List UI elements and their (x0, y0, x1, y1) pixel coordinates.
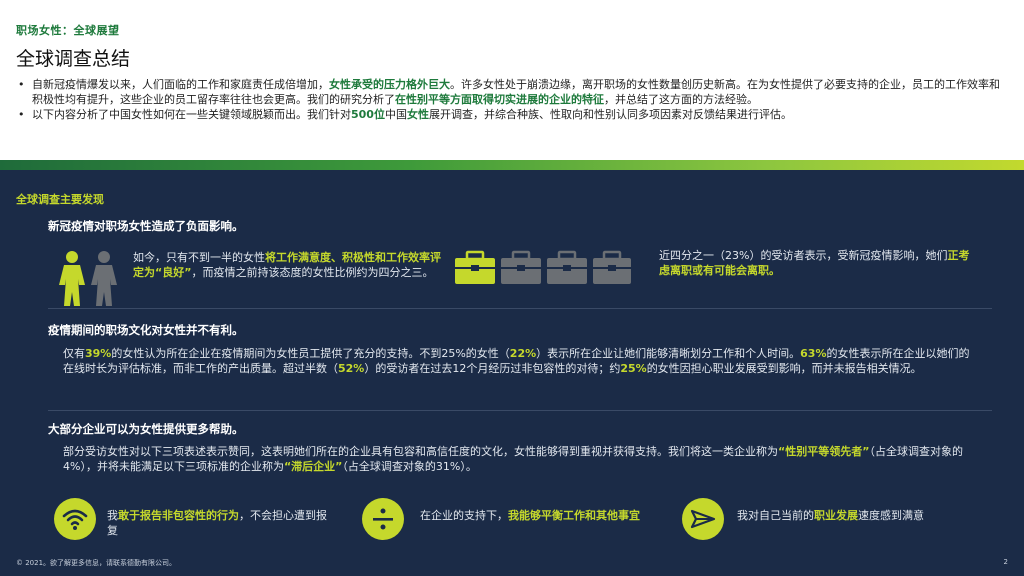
findings-panel: 全球调查主要发现 新冠疫情对职场女性造成了负面影响。 如今，只有不到一半的女性将… (0, 170, 1024, 576)
eyebrow-label: 职场女性：全球展望 (16, 24, 120, 37)
stat-text-right: 近四分之一（23%）的受访者表示，受新冠疫情影响，她们正考虑离职或有可能会离职。 (659, 249, 970, 277)
intro-item: 自新冠疫情爆发以来，人们面临的工作和家庭责任成倍增加，女性承受的压力格外巨大。许… (16, 77, 1008, 107)
gradient-stripe (0, 160, 1024, 170)
section-heading: 大部分企业可以为女性提供更多帮助。 (48, 422, 244, 436)
section-heading: 新冠疫情对职场女性造成了负面影响。 (48, 219, 244, 233)
section-heading: 疫情期间的职场文化对女性并不有利。 (48, 323, 244, 337)
support-paragraph: 部分受访女性对以下三项表述表示赞同，这表明她们所在的企业具有包容和高信任度的文化… (63, 445, 963, 473)
intro-list: 自新冠疫情爆发以来，人们面临的工作和家庭责任成倍增加，女性承受的压力格外巨大。许… (16, 77, 1008, 122)
culture-paragraph: 仅有39%的女性认为所在企业在疫情期间为女性员工提供了充分的支持。不到25%的女… (63, 347, 970, 375)
wifi-icon (54, 498, 96, 540)
feature-text: 我敢于报告非包容性的行为，不会担心遭到报复 (107, 509, 327, 537)
feature-text: 在企业的支持下，我能够平衡工作和其他事宜 (420, 509, 640, 522)
intro-item: 以下内容分析了中国女性如何在一些关键领域脱颖而出。我们针对500位中国女性展开调… (16, 107, 1008, 122)
section-divider (48, 410, 992, 411)
stat-text-left: 如今，只有不到一半的女性将工作满意度、积极性和工作效率评定为“良好”，而疫情之前… (133, 251, 441, 279)
divide-icon (362, 498, 404, 540)
women-figures-icon (59, 251, 117, 306)
page-number: 2 (1003, 558, 1008, 566)
panel-title: 全球调查主要发现 (16, 193, 104, 206)
header-section: 职场女性：全球展望 全球调查总结 自新冠疫情爆发以来，人们面临的工作和家庭责任成… (0, 0, 1024, 158)
paper-plane-icon (682, 498, 724, 540)
page-title: 全球调查总结 (16, 48, 131, 70)
briefcases-icon (455, 250, 631, 284)
copyright-text: © 2021。欲了解更多信息，请联系德勤有限公司。 (16, 559, 177, 567)
feature-text: 我对自己当前的职业发展速度感到满意 (737, 509, 924, 522)
section-divider (48, 308, 992, 309)
